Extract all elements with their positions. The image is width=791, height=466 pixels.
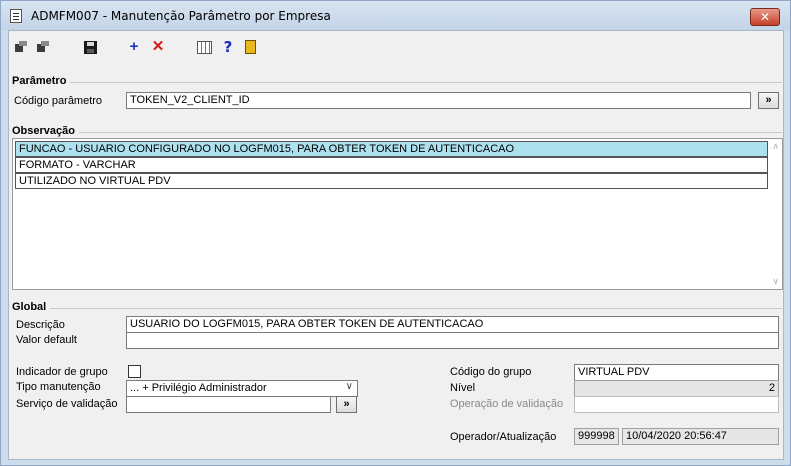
observacao-line[interactable]: UTILIZADO NO VIRTUAL PDV bbox=[15, 173, 768, 189]
arrow-first-icon bbox=[15, 41, 27, 53]
toolbar: + ✕ ? bbox=[9, 31, 783, 65]
exit-button[interactable] bbox=[241, 38, 259, 56]
parametro-section-title: Parâmetro bbox=[12, 75, 71, 87]
grid-button[interactable] bbox=[195, 38, 213, 56]
servico-validacao-lookup-button[interactable]: » bbox=[336, 396, 357, 413]
codigo-grupo-label: Código do grupo bbox=[450, 366, 532, 378]
observacao-line[interactable]: FORMATO - VARCHAR bbox=[15, 157, 768, 173]
descricao-field[interactable]: USUARIO DO LOGFM015, PARA OBTER TOKEN DE… bbox=[126, 316, 779, 333]
grid-icon bbox=[196, 41, 212, 54]
indicador-grupo-checkbox[interactable] bbox=[128, 365, 141, 378]
codigo-parametro-lookup-button[interactable]: » bbox=[758, 92, 779, 109]
arrow-prev-icon bbox=[37, 41, 49, 53]
first-record-button[interactable] bbox=[12, 38, 30, 56]
operacao-validacao-label: Operação de validação bbox=[450, 398, 564, 410]
window-title: ADMFM007 - Manutenção Parâmetro por Empr… bbox=[31, 9, 331, 23]
chevron-down-icon: ∨ bbox=[345, 381, 353, 392]
descricao-label: Descrição bbox=[16, 319, 65, 331]
floppy-disk-icon bbox=[83, 41, 97, 54]
codigo-grupo-field[interactable]: VIRTUAL PDV bbox=[574, 364, 779, 381]
add-button[interactable]: + bbox=[125, 38, 143, 56]
tipo-manutencao-value: ... + Privilégio Administrador bbox=[130, 382, 267, 394]
document-icon bbox=[10, 9, 22, 23]
operador-atualizacao-label: Operador/Atualização bbox=[450, 431, 557, 443]
atualizacao-field: 10/04/2020 20:56:47 bbox=[622, 428, 779, 445]
nivel-field: 2 bbox=[574, 380, 779, 397]
codigo-parametro-field[interactable]: TOKEN_V2_CLIENT_ID bbox=[126, 92, 751, 109]
observacao-line[interactable]: FUNCAO - USUARIO CONFIGURADO NO LOGFM015… bbox=[15, 141, 768, 157]
observacao-list[interactable]: FUNCAO - USUARIO CONFIGURADO NO LOGFM015… bbox=[12, 138, 783, 290]
title-bar[interactable]: ADMFM007 - Manutenção Parâmetro por Empr… bbox=[1, 1, 790, 30]
operacao-validacao-field bbox=[574, 396, 779, 413]
nivel-label: Nível bbox=[450, 382, 476, 394]
tipo-manutencao-select[interactable]: ... + Privilégio Administrador ∨ bbox=[126, 380, 358, 397]
previous-record-button[interactable] bbox=[34, 38, 52, 56]
close-button[interactable]: ✕ bbox=[750, 8, 780, 26]
exit-door-icon bbox=[244, 40, 256, 54]
client-area: + ✕ ? Parâmetro Código parâmetro TOKEN_V… bbox=[8, 30, 784, 460]
valor-default-field[interactable] bbox=[126, 332, 779, 349]
help-button[interactable]: ? bbox=[219, 38, 237, 56]
operador-field: 999998 bbox=[574, 428, 619, 445]
servico-validacao-label: Serviço de validação bbox=[16, 398, 118, 410]
valor-default-label: Valor default bbox=[16, 334, 77, 346]
scroll-down-icon[interactable]: ∨ bbox=[772, 276, 779, 287]
tipo-manutencao-label: Tipo manutenção bbox=[16, 381, 101, 393]
servico-validacao-field[interactable] bbox=[126, 396, 331, 413]
indicador-grupo-label: Indicador de grupo bbox=[16, 366, 108, 378]
scroll-up-icon[interactable]: ∧ bbox=[772, 141, 779, 152]
codigo-parametro-label: Código parâmetro bbox=[14, 95, 103, 107]
global-section-title: Global bbox=[12, 301, 51, 313]
save-button[interactable] bbox=[81, 38, 99, 56]
delete-button[interactable]: ✕ bbox=[149, 38, 167, 56]
main-window: ADMFM007 - Manutenção Parâmetro por Empr… bbox=[0, 0, 791, 466]
observacao-section-title: Observação bbox=[12, 125, 79, 137]
